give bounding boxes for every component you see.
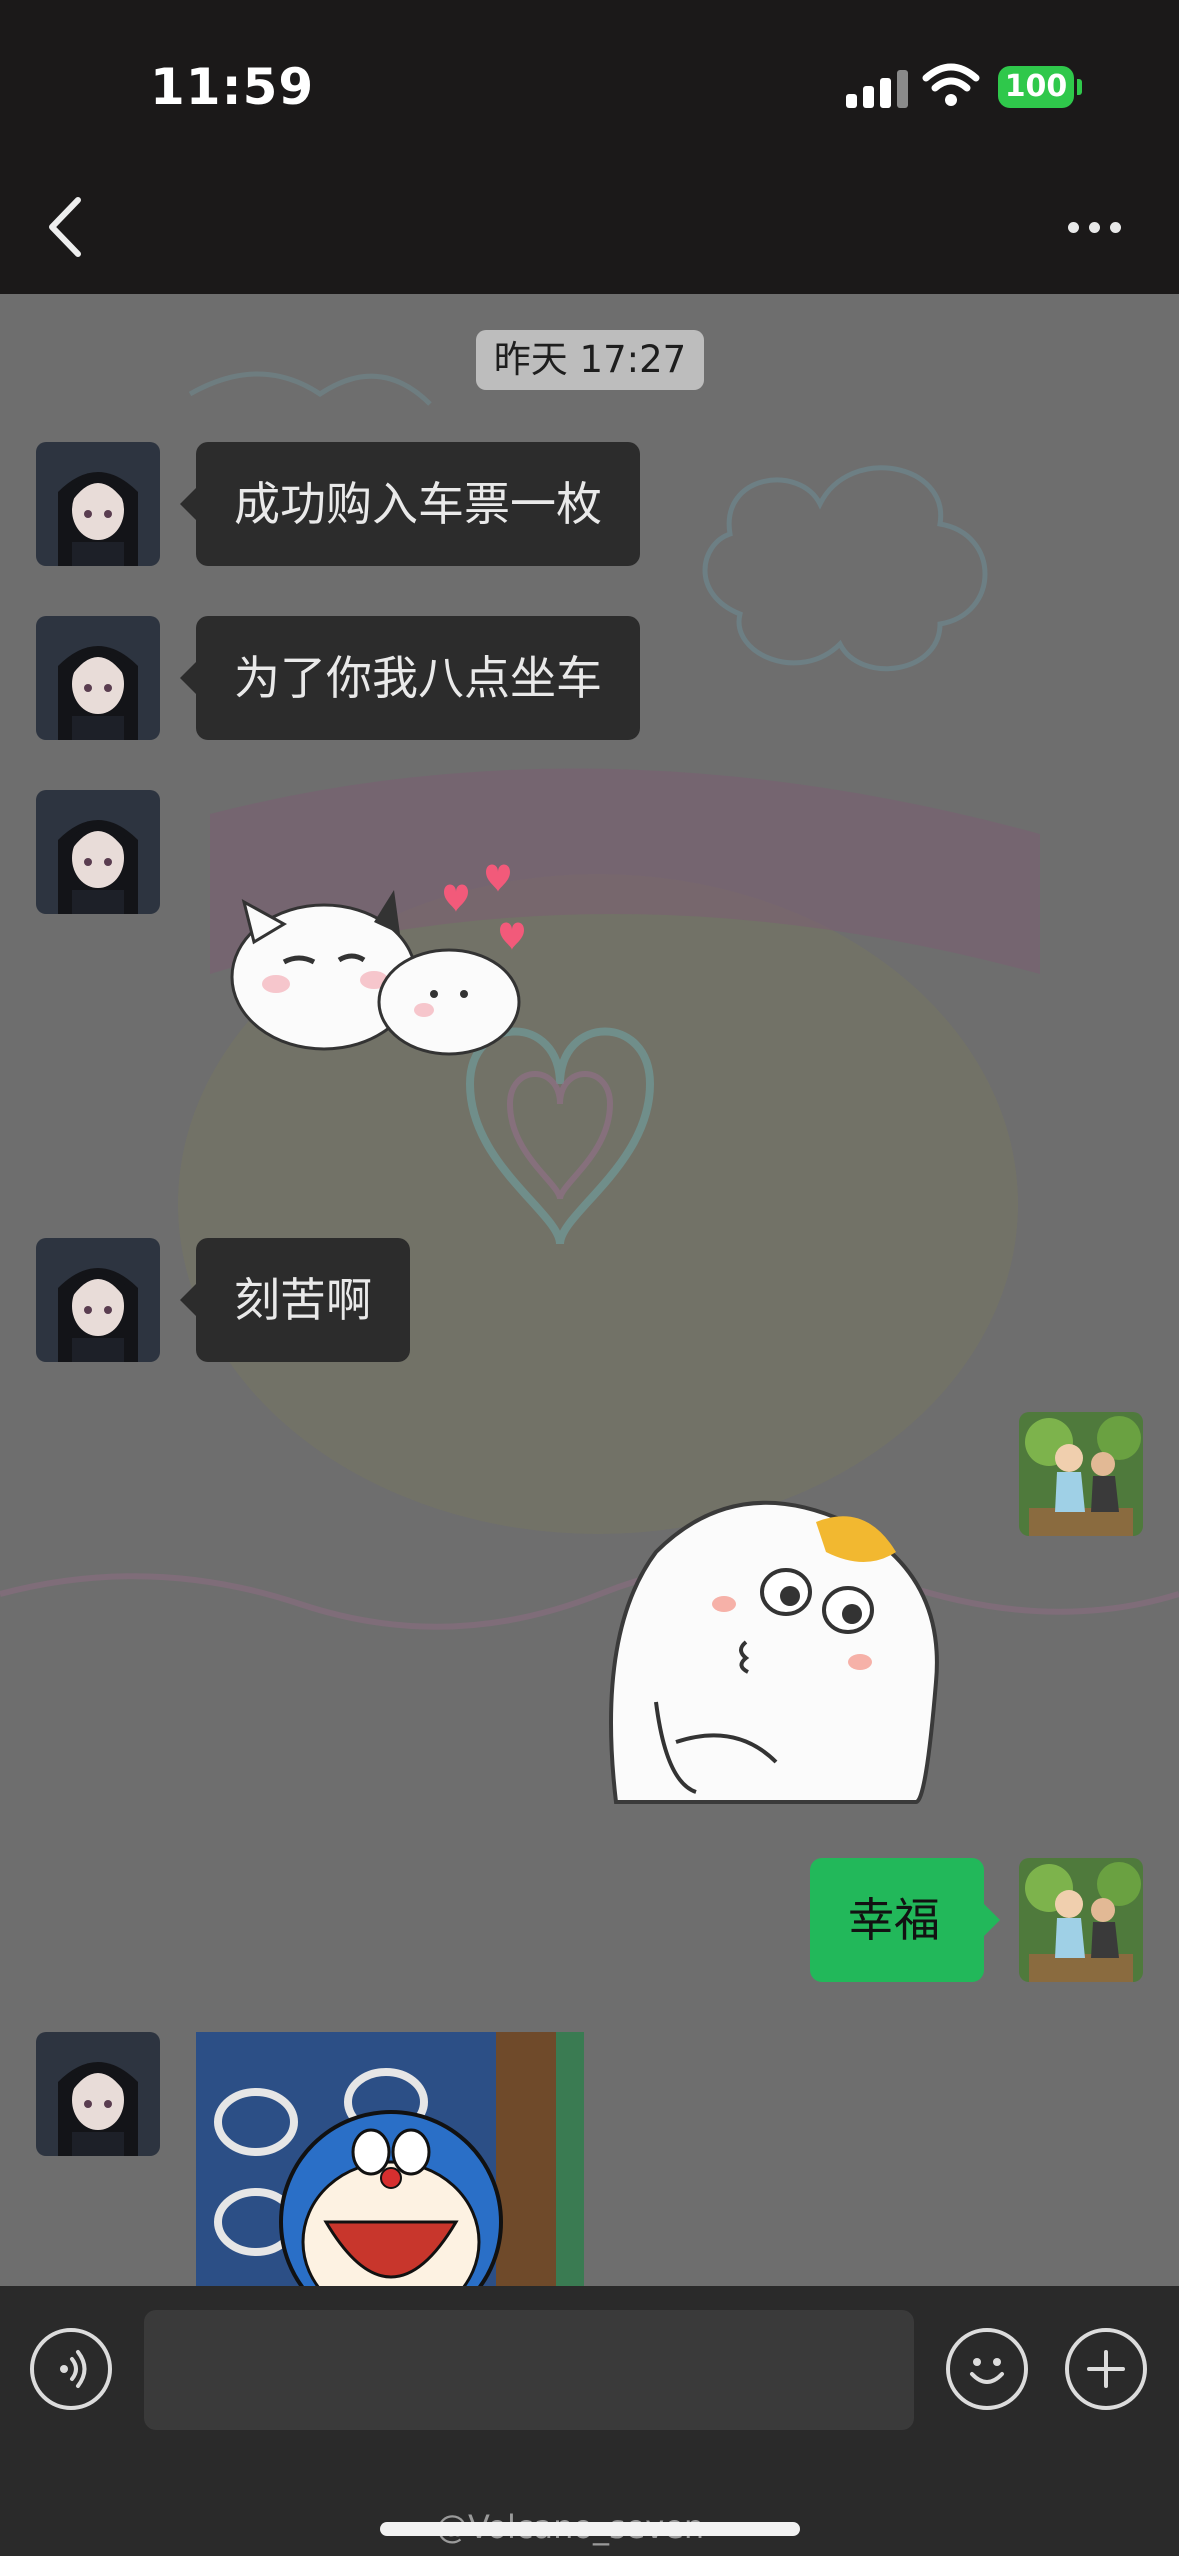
battery-tip — [1077, 79, 1082, 95]
cats-hugging-hearts-sticker[interactable] — [224, 862, 544, 1072]
emoji-icon — [970, 2358, 1004, 2384]
incoming-message-bubble[interactable]: 刻苦啊 — [180, 1238, 410, 1362]
wifi-icon — [922, 63, 980, 106]
voice-icon — [60, 2350, 87, 2388]
contact-avatar[interactable] — [36, 2032, 160, 2156]
top-bar: 11:59 100 — [0, 0, 1179, 294]
dot-icon — [1068, 222, 1079, 233]
more-options-button[interactable] — [1060, 210, 1130, 244]
contact-avatar[interactable] — [36, 1238, 160, 1362]
input-bar: @Volcano_seven — [0, 2286, 1179, 2556]
my-avatar[interactable] — [1019, 1858, 1143, 1982]
dot-icon — [1089, 222, 1100, 233]
contact-avatar[interactable] — [36, 616, 160, 740]
contact-avatar[interactable] — [36, 442, 160, 566]
voice-button[interactable] — [30, 2328, 112, 2410]
cellular-signal-icon — [846, 70, 908, 108]
message-input[interactable] — [144, 2310, 914, 2430]
battery-indicator: 100 — [998, 66, 1074, 108]
chat-wallpaper — [0, 371, 1179, 1630]
status-time: 11:59 — [150, 58, 315, 116]
emoji-button[interactable] — [946, 2328, 1028, 2410]
message-timestamp: 昨天 17:27 — [476, 330, 704, 390]
plus-icon — [1087, 2350, 1125, 2388]
home-indicator[interactable] — [380, 2522, 800, 2536]
chat-area[interactable]: 昨天 17:27 成功购入车票一枚 为了你我八点坐车 刻苦啊 幸福 — [0, 294, 1179, 2286]
dot-icon — [1110, 222, 1121, 233]
incoming-message-bubble[interactable]: 为了你我八点坐车 — [180, 616, 640, 740]
back-button[interactable] — [40, 194, 90, 260]
incoming-message-bubble[interactable]: 成功购入车票一枚 — [180, 442, 640, 566]
my-avatar[interactable] — [1019, 1412, 1143, 1536]
outgoing-message-bubble[interactable]: 幸福 — [810, 1858, 1000, 1982]
cat-kissing-face-sticker[interactable] — [596, 1482, 956, 1812]
doraemon-laughing-image[interactable] — [196, 2032, 584, 2286]
contact-avatar[interactable] — [36, 790, 160, 914]
plus-button[interactable] — [1065, 2328, 1147, 2410]
